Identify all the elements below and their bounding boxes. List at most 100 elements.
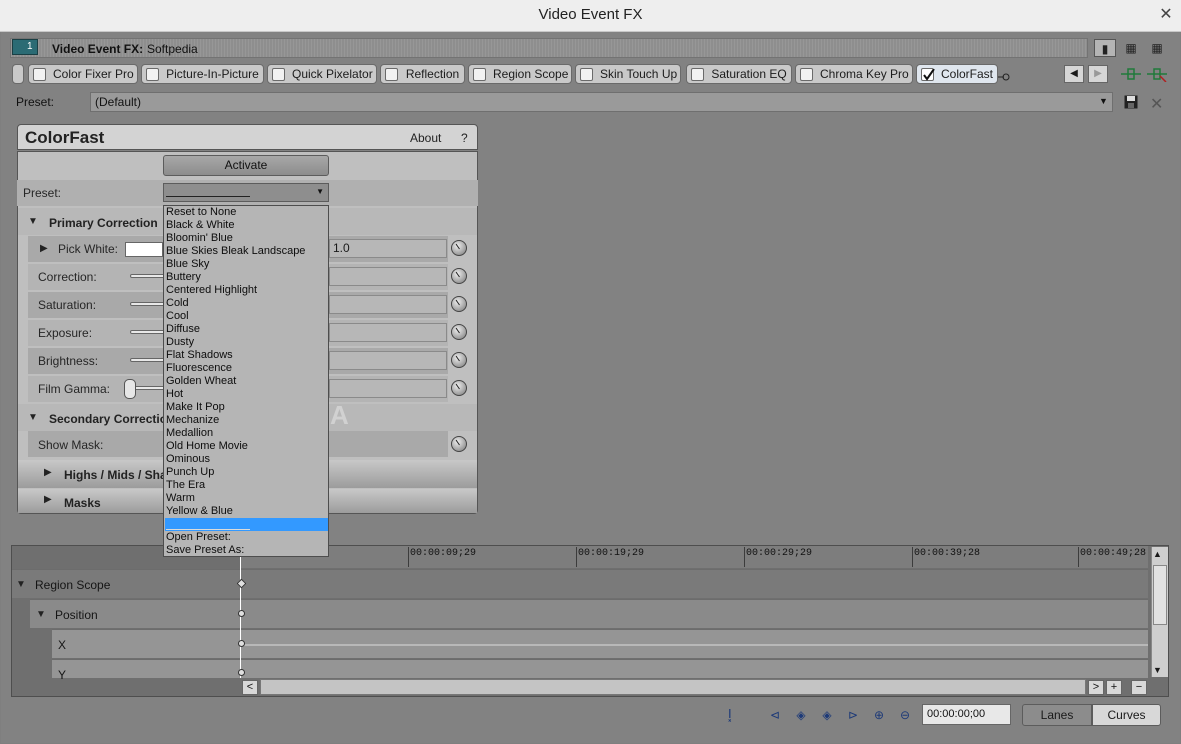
white-swatch[interactable] [125, 242, 163, 257]
keyframe-icon[interactable] [238, 610, 245, 617]
fx-tab-picture-in-picture[interactable]: Picture-In-Picture [141, 64, 264, 84]
timeline-row[interactable] [52, 659, 1148, 678]
collapse-triangle-icon[interactable]: ▼ [36, 609, 46, 620]
reset-knob-icon[interactable] [451, 268, 467, 284]
activate-button[interactable]: Activate [163, 155, 329, 176]
fx-tab-skin-touch-up[interactable]: Skin Touch Up [575, 64, 681, 84]
dropdown-item[interactable]: Old Home Movie [166, 440, 248, 453]
reset-knob-icon[interactable] [451, 324, 467, 340]
dropdown-item[interactable]: Medallion [166, 427, 213, 440]
chevron-down-icon[interactable]: ▼ [1099, 96, 1108, 106]
preset-select[interactable]: (Default) [90, 92, 1113, 112]
first-keyframe-icon[interactable]: ⊲ [766, 707, 784, 723]
fx-tab-reflection[interactable]: Reflection [380, 64, 465, 84]
time-field[interactable]: 00:00:00;00 [922, 704, 1011, 725]
dropdown-item[interactable]: Diffuse [166, 323, 200, 336]
fx-checkbox[interactable] [272, 68, 285, 81]
zoom-in-icon[interactable]: + [1106, 680, 1122, 695]
collapse-triangle-icon[interactable]: ▼ [28, 216, 38, 227]
reset-knob-icon[interactable] [451, 240, 467, 256]
fx-checkbox[interactable] [33, 68, 46, 81]
chain-left-arrow-icon[interactable]: ◀ [1064, 65, 1084, 83]
lanes-button[interactable]: Lanes [1022, 704, 1092, 726]
open-preset-item[interactable]: Open Preset: [166, 531, 231, 544]
reset-knob-icon[interactable] [451, 380, 467, 396]
chevron-down-icon[interactable]: ▼ [316, 187, 324, 196]
save-preset-icon[interactable] [1124, 95, 1138, 109]
last-keyframe-icon[interactable]: ⊳ [844, 707, 862, 723]
exposure-slider[interactable] [130, 330, 165, 334]
view-triple-icon[interactable]: ▦ [1146, 39, 1168, 57]
dropdown-item[interactable]: Flat Shadows [166, 349, 233, 362]
slider-thumb[interactable] [124, 379, 136, 399]
dropdown-item[interactable]: Golden Wheat [166, 375, 236, 388]
saturation-value[interactable] [329, 295, 447, 314]
fx-tab-saturation-eq[interactable]: Saturation EQ [686, 64, 792, 84]
add-fx-icon[interactable] [1121, 66, 1141, 82]
scroll-left-icon[interactable]: < [242, 680, 258, 695]
zoom-out-icon[interactable]: − [1131, 680, 1147, 695]
correction-slider[interactable] [130, 274, 165, 278]
saturation-slider[interactable] [130, 302, 165, 306]
plugin-preset-select[interactable]: ▼ [163, 183, 329, 202]
fx-checkbox[interactable] [800, 68, 813, 81]
expand-triangle-icon[interactable]: ▶ [44, 494, 52, 505]
dropdown-item[interactable]: Buttery [166, 271, 201, 284]
keyframe-icon[interactable] [238, 669, 245, 676]
next-keyframe-icon[interactable]: ◈ [818, 707, 836, 723]
collapse-triangle-icon[interactable]: ▼ [16, 579, 26, 590]
view-single-icon[interactable]: ▮ [1094, 39, 1116, 57]
dropdown-item[interactable]: Black & White [166, 219, 234, 232]
fx-tab-quick-pixelator[interactable]: Quick Pixelator [267, 64, 377, 84]
dropdown-item[interactable]: Cold [166, 297, 189, 310]
expand-triangle-icon[interactable]: ▶ [44, 467, 52, 478]
fx-checkbox[interactable] [580, 68, 593, 81]
text-cursor-icon[interactable]: I͓ [728, 706, 732, 721]
fx-checkbox[interactable] [691, 68, 704, 81]
remove-fx-icon[interactable] [1147, 66, 1167, 83]
timeline-row[interactable] [12, 569, 1148, 598]
dropdown-item[interactable]: Dusty [166, 336, 194, 349]
preset-dropdown-list[interactable]: Reset to None Black & White Bloomin' Blue B… [163, 205, 329, 557]
exposure-value[interactable] [329, 323, 447, 342]
brightness-value[interactable] [329, 351, 447, 370]
dropdown-item[interactable]: The Era [166, 479, 205, 492]
dropdown-item[interactable]: Mechanize [166, 414, 219, 427]
timeline-ruler[interactable] [240, 546, 1148, 568]
scroll-right-icon[interactable]: > [1088, 680, 1104, 695]
correction-value[interactable] [329, 267, 447, 286]
brightness-slider[interactable] [130, 358, 165, 362]
keyframe-icon[interactable] [238, 640, 245, 647]
fx-tab-colorfast[interactable]: ColorFast [916, 64, 998, 84]
chain-right-arrow-icon[interactable]: ▶ [1088, 65, 1108, 83]
fx-checkbox[interactable] [473, 68, 486, 81]
dropdown-item[interactable]: Fluorescence [166, 362, 232, 375]
fx-checkbox-checked[interactable] [921, 68, 935, 81]
dropdown-item[interactable]: Warm [166, 492, 195, 505]
dropdown-item[interactable]: Blue Sky [166, 258, 209, 271]
dropdown-item[interactable]: Centered Highlight [166, 284, 257, 297]
dropdown-item[interactable]: Punch Up [166, 466, 214, 479]
fx-checkbox[interactable] [385, 68, 398, 81]
timeline-row[interactable] [30, 599, 1148, 628]
about-link[interactable]: About [410, 131, 441, 145]
view-double-icon[interactable]: ▦ [1120, 39, 1142, 57]
dropdown-item[interactable]: Yellow & Blue [166, 505, 233, 518]
save-preset-item[interactable]: Save Preset As: [166, 544, 244, 557]
dropdown-item[interactable]: Make It Pop [166, 401, 225, 414]
horizontal-scrollbar[interactable] [260, 679, 1086, 695]
dropdown-item[interactable]: Hot [166, 388, 183, 401]
help-link[interactable]: ? [461, 131, 468, 145]
fx-tab-chroma-key-pro[interactable]: Chroma Key Pro [795, 64, 913, 84]
chain-start-handle[interactable] [12, 64, 24, 84]
dropdown-item[interactable]: Ominous [166, 453, 210, 466]
reset-knob-icon[interactable] [451, 296, 467, 312]
reset-knob-icon[interactable] [451, 352, 467, 368]
fx-checkbox[interactable] [146, 68, 159, 81]
vertical-scrollbar[interactable]: ▲ ▼ [1151, 547, 1168, 677]
dropdown-item[interactable]: Bloomin' Blue [166, 232, 233, 245]
pick-white-value[interactable]: 1.0 [329, 239, 447, 258]
close-icon[interactable]: ✕ [1157, 6, 1175, 24]
prev-keyframe-icon[interactable]: ◈ [792, 707, 810, 723]
delete-preset-icon[interactable]: ✕ [1150, 94, 1163, 114]
